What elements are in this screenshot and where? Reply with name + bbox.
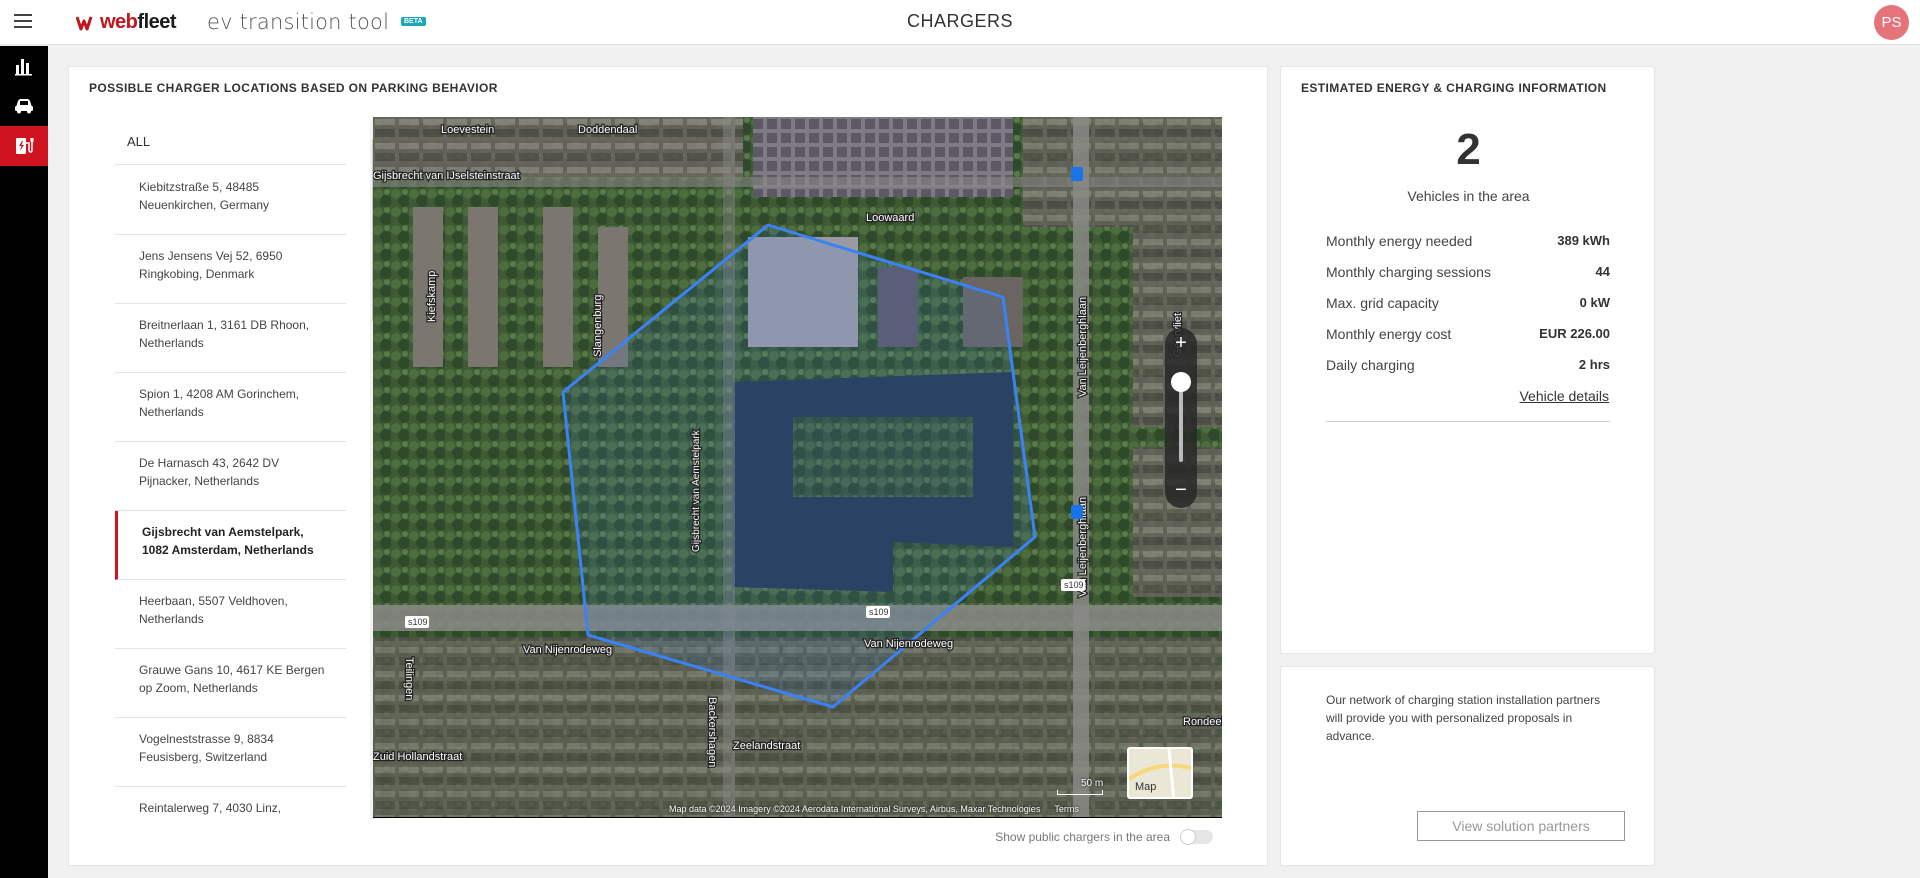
- toggle-knob: [1180, 829, 1196, 845]
- location-item[interactable]: Vogelneststrasse 9, 8834 Feusisberg, Swit…: [115, 718, 346, 787]
- street-label: Zuid Hollandstraat: [373, 751, 462, 763]
- location-line-2: Feusisberg, Switzerland: [139, 750, 268, 764]
- location-item[interactable]: Breitnerlaan 1, 3161 DB Rhoon, Netherland…: [115, 304, 346, 373]
- nav-item-reports[interactable]: [0, 46, 48, 86]
- public-chargers-toggle-row: Show public chargers in the area: [995, 829, 1213, 845]
- street-label: Doddendaal: [578, 124, 637, 136]
- solution-partners-card: Our network of charging station installa…: [1280, 666, 1655, 866]
- street-label: Van Nijenrodeweg: [864, 638, 953, 650]
- satellite-map[interactable]: Loevestein Doddendaal Gijsbrecht van IJs…: [373, 117, 1222, 818]
- vehicles-label: Vehicles in the area: [1407, 188, 1530, 204]
- location-line-2: Netherlands: [139, 405, 204, 419]
- map-attribution: Map data ©2024 Imagery ©2024 Aerodata In…: [669, 804, 1079, 814]
- location-item[interactable]: Reintalerweg 7, 4030 Linz,: [115, 787, 346, 819]
- bus-stop-icon[interactable]: [1071, 167, 1083, 181]
- side-nav: [0, 46, 48, 878]
- zoom-in-button[interactable]: +: [1165, 332, 1197, 355]
- energy-info-title: ESTIMATED ENERGY & CHARGING INFORMATION: [1301, 81, 1607, 95]
- user-avatar[interactable]: PS: [1874, 5, 1909, 40]
- stat-row: Max. grid capacity 0 kW: [1326, 294, 1610, 311]
- location-item[interactable]: Spion 1, 4208 AM Gorinchem, Netherlands: [115, 373, 346, 442]
- road-badge: s109: [408, 617, 428, 627]
- map-canvas: Loevestein Doddendaal Gijsbrecht van IJs…: [373, 117, 1222, 818]
- location-line-1: Heerbaan, 5507 Veldhoven,: [139, 594, 288, 608]
- car-icon: [15, 99, 33, 114]
- location-line-1: Reintalerweg 7, 4030 Linz,: [139, 801, 282, 815]
- map-type-toggle[interactable]: Map: [1127, 747, 1193, 799]
- location-line-1: Spion 1, 4208 AM Gorinchem,: [139, 387, 300, 401]
- nav-item-vehicles[interactable]: [0, 86, 48, 126]
- location-line-2: Netherlands: [139, 612, 204, 626]
- energy-info-card: ESTIMATED ENERGY & CHARGING INFORMATION …: [1280, 66, 1655, 654]
- street-label: Rondeel: [1183, 716, 1222, 728]
- public-chargers-label: Show public chargers in the area: [995, 830, 1170, 844]
- location-line-2: op Zoom, Netherlands: [139, 681, 258, 695]
- map-terms-link[interactable]: Terms: [1054, 804, 1079, 814]
- location-line-2: Neuenkirchen, Germany: [139, 198, 270, 212]
- location-line-1: Gijsbrecht van Aemstelpark,: [142, 525, 304, 539]
- partners-description: Our network of charging station installa…: [1326, 693, 1601, 743]
- street-label: Van Leijenberghlaan: [1077, 297, 1089, 397]
- location-item[interactable]: Heerbaan, 5507 Veldhoven, Netherlands: [115, 580, 346, 649]
- location-item[interactable]: Jens Jensens Vej 52, 6950 Ringkobing, Den…: [115, 235, 346, 304]
- location-item[interactable]: Kiebitzstraße 5, 48485 Neuenkirchen, Germ…: [115, 166, 346, 235]
- location-line-1: De Harnasch 43, 2642 DV: [139, 456, 280, 470]
- street-label: Gijsbrecht van Aemstelpark: [691, 429, 702, 552]
- energy-stats: Monthly energy needed 389 kWh Monthly cha…: [1326, 225, 1610, 380]
- street-label: Van Nijenrodeweg: [523, 644, 612, 656]
- location-item[interactable]: Grauwe Gans 10, 4617 KE Bergen op Zoom, N…: [115, 649, 346, 718]
- street-label: Loowaard: [866, 212, 914, 224]
- road-badge: s109: [869, 607, 889, 617]
- stat-row: Monthly energy cost EUR 226.00: [1326, 325, 1610, 342]
- map-zoom-control[interactable]: + −: [1165, 328, 1197, 508]
- location-line-1: Jens Jensens Vej 52, 6950: [139, 249, 283, 263]
- location-items: Kiebitzstraße 5, 48485 Neuenkirchen, Germ…: [115, 166, 346, 819]
- public-chargers-toggle[interactable]: [1180, 829, 1213, 845]
- street-label: Teilingen: [403, 657, 415, 700]
- vehicles-count: 2: [1456, 125, 1481, 174]
- location-line-1: Grauwe Gans 10, 4617 KE Bergen: [139, 663, 325, 677]
- vehicle-details-link[interactable]: Vehicle details: [1519, 388, 1609, 404]
- location-line-2: 1082 Amsterdam, Netherlands: [142, 543, 314, 557]
- bus-stop-icon[interactable]: [1071, 505, 1083, 519]
- location-line-1: Breitnerlaan 1, 3161 DB Rhoon,: [139, 318, 310, 332]
- location-all[interactable]: ALL: [115, 119, 346, 165]
- location-line-2: Netherlands: [139, 336, 204, 350]
- zoom-slider-handle[interactable]: [1171, 372, 1191, 392]
- stat-row: Daily charging 2 hrs: [1326, 356, 1610, 373]
- location-item[interactable]: Gijsbrecht van Aemstelpark, 1082 Amsterda…: [115, 511, 346, 580]
- page-title: CHARGERS: [906, 11, 1013, 31]
- street-label: Backershagen: [706, 697, 718, 767]
- view-solution-partners-button[interactable]: View solution partners: [1417, 811, 1625, 841]
- location-line-2: Pijnacker, Netherlands: [139, 474, 260, 488]
- bar-chart-icon: [15, 59, 32, 76]
- street-label: Gijsbrecht van IJselsteinstraat: [373, 170, 520, 182]
- location-line-1: Vogelneststrasse 9, 8834: [139, 732, 274, 746]
- stat-row: Monthly energy needed 389 kWh: [1326, 232, 1610, 249]
- ev-charger-icon: [16, 138, 34, 154]
- charger-locations-card: POSSIBLE CHARGER LOCATIONS BASED ON PARK…: [68, 66, 1268, 866]
- location-item[interactable]: De Harnasch 43, 2642 DV Pijnacker, Nether…: [115, 442, 346, 511]
- location-line-2: Ringkobing, Denmark: [139, 267, 255, 281]
- road-badge: s109: [1064, 580, 1084, 590]
- map-type-label: Map: [1135, 781, 1157, 793]
- top-bar: webfleet ev transition tool BETA CHARGER…: [0, 0, 1920, 45]
- zoom-out-button[interactable]: −: [1165, 479, 1197, 502]
- divider: [1326, 421, 1610, 422]
- map-scale: 50 m: [1057, 778, 1103, 795]
- charger-locations-title: POSSIBLE CHARGER LOCATIONS BASED ON PARK…: [89, 81, 498, 95]
- street-label: Zeelandstraat: [733, 740, 800, 752]
- stat-row: Monthly charging sessions 44: [1326, 263, 1610, 280]
- nav-item-chargers[interactable]: [0, 126, 48, 166]
- street-label: Loevestein: [441, 124, 494, 136]
- street-label: Slangenburg: [592, 295, 604, 357]
- location-line-1: Kiebitzstraße 5, 48485: [139, 180, 260, 194]
- street-label: Kiefskamp: [426, 271, 438, 322]
